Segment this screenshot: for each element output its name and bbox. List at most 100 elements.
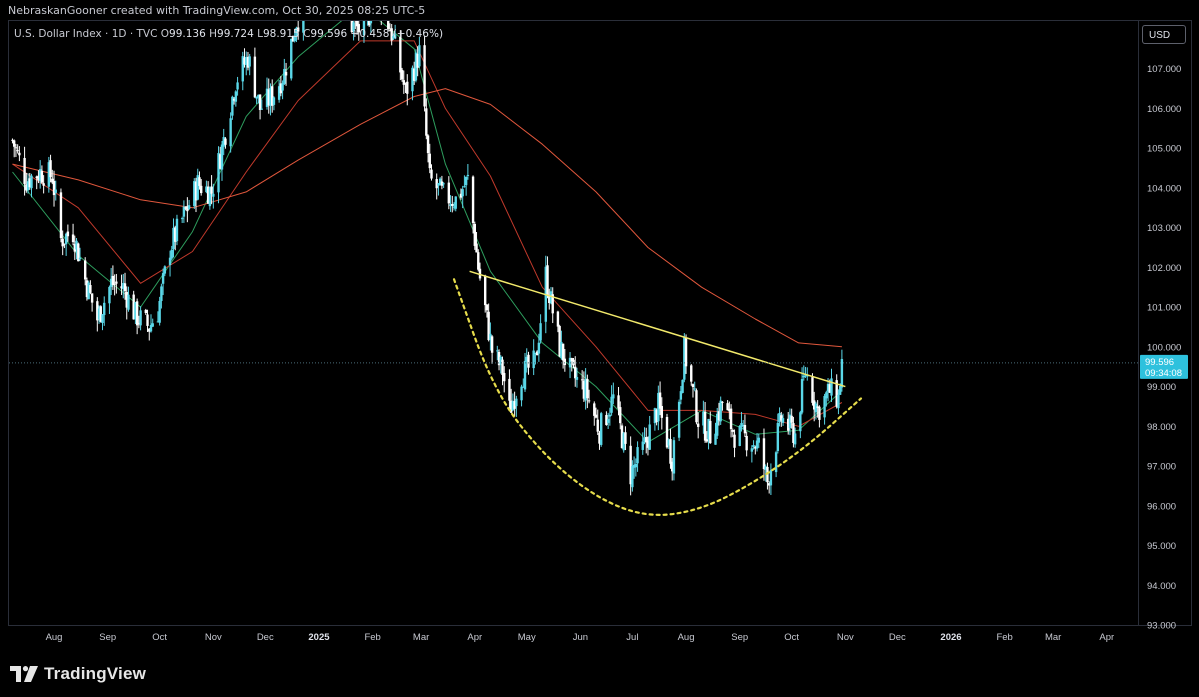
candle-down xyxy=(435,173,438,200)
candle-body xyxy=(619,407,622,424)
candle-down xyxy=(16,144,19,154)
candle-up xyxy=(464,176,468,196)
open-label: O xyxy=(160,28,170,40)
candle-down xyxy=(52,170,56,207)
candle-up xyxy=(375,0,377,19)
time-tick-label: Mar xyxy=(1045,632,1061,643)
candle-body xyxy=(307,0,309,3)
candle-body xyxy=(18,152,21,156)
candle-body xyxy=(14,147,18,149)
candle-up xyxy=(610,385,613,416)
candle-body xyxy=(840,359,844,388)
candle-body xyxy=(382,7,384,14)
candle-down xyxy=(400,67,404,82)
candle-body xyxy=(30,175,33,189)
candle-body xyxy=(485,304,489,311)
candle-up xyxy=(454,196,457,212)
candle-body xyxy=(677,401,681,438)
candle-body xyxy=(54,189,57,193)
candle-body xyxy=(90,293,94,303)
candle-body xyxy=(163,266,167,274)
candle-body xyxy=(490,336,494,353)
candle-body xyxy=(406,81,409,94)
candle-up xyxy=(151,318,154,328)
candle-body xyxy=(210,186,213,194)
time-tick-label: Mar xyxy=(413,632,429,643)
time-tick-label: Nov xyxy=(837,632,854,643)
candle-body xyxy=(811,377,814,403)
candle-body xyxy=(423,45,426,107)
candle-body xyxy=(672,440,676,474)
tradingview-logo[interactable]: TradingView xyxy=(10,662,146,686)
currency-button[interactable]: USD xyxy=(1142,25,1186,44)
price-tick-label: 103.000 xyxy=(1147,223,1181,234)
time-tick-label: Aug xyxy=(678,632,695,643)
time-tick-label: Feb xyxy=(996,632,1012,643)
open-value: 99.136 xyxy=(169,28,206,40)
candle-body xyxy=(89,285,92,293)
candle-body xyxy=(610,396,613,413)
symbol-legend: U.S. Dollar Index · 1D · TVC O99.136 H99… xyxy=(14,28,443,40)
candle-body xyxy=(546,265,549,296)
candle-up xyxy=(823,393,826,425)
candle-body xyxy=(71,234,75,243)
candle-body xyxy=(425,108,428,136)
time-tick-label: Sep xyxy=(99,632,116,643)
candle-up xyxy=(229,112,232,153)
candle-body xyxy=(719,400,722,422)
candle-up xyxy=(750,445,754,463)
last-price-value: 99.596 xyxy=(1145,357,1174,368)
time-tick-label: Feb xyxy=(364,632,380,643)
candle-up xyxy=(127,286,130,312)
candle-up xyxy=(539,314,542,344)
candle-body xyxy=(477,252,480,270)
candle-body xyxy=(669,439,672,464)
high-label: H xyxy=(209,28,218,40)
candle-body xyxy=(475,243,478,253)
candle-body xyxy=(793,433,797,445)
candle-body xyxy=(561,343,565,361)
candle-body xyxy=(731,429,735,432)
candle-body xyxy=(594,414,598,418)
candle-body xyxy=(224,138,227,145)
time-tick-label: Nov xyxy=(205,632,222,643)
candle-body xyxy=(695,390,698,423)
candle-up xyxy=(719,396,722,425)
candle-body xyxy=(750,448,754,452)
candle-down xyxy=(546,256,549,299)
candle-body xyxy=(220,144,224,170)
candle-up xyxy=(600,411,603,447)
low-value: 98.915 xyxy=(262,28,300,40)
candle-up xyxy=(314,0,316,8)
candle-body xyxy=(253,56,257,98)
candle-body xyxy=(442,183,445,185)
candle-up xyxy=(677,399,681,442)
candle-body xyxy=(818,406,821,420)
candle-body xyxy=(284,71,288,76)
candle-body xyxy=(447,182,451,204)
candle-body xyxy=(496,350,499,352)
candle-body xyxy=(200,185,203,194)
price-chart[interactable]: 93.000 94.000 95.000 96.000 97.000 98.000 99.0… xyxy=(0,0,1199,697)
candle-body xyxy=(146,314,149,326)
candle-down xyxy=(271,79,274,113)
candle-down xyxy=(709,411,712,444)
candle-body xyxy=(617,395,620,409)
candle-body xyxy=(693,388,696,390)
candle-body xyxy=(160,286,163,302)
price-tick-label: 97.000 xyxy=(1147,462,1176,473)
candle-body xyxy=(825,392,828,399)
candle-body xyxy=(830,378,833,396)
candle-body xyxy=(123,283,127,292)
candle-down xyxy=(135,298,139,335)
candle-up xyxy=(182,200,186,223)
candle-down xyxy=(451,195,454,213)
candle-body xyxy=(636,447,639,464)
candle-body xyxy=(709,420,712,444)
candle-body xyxy=(800,379,804,413)
candle-body xyxy=(691,384,695,388)
candle-down xyxy=(378,0,380,2)
candle-body xyxy=(23,157,26,184)
candle-body xyxy=(101,314,104,324)
price-tick-label: 93.000 xyxy=(1147,621,1176,632)
